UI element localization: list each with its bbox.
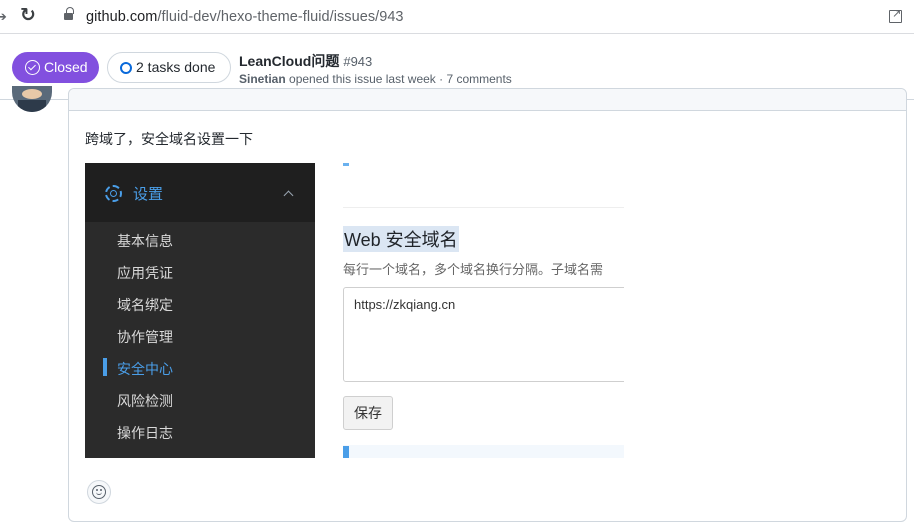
menu-item: 操作日志 [117, 425, 173, 441]
issue-title[interactable]: LeanCloud问题 #943 [239, 51, 372, 71]
reload-icon[interactable]: ↻ [20, 5, 36, 27]
comment-header [69, 89, 906, 111]
issue-state-badge: Closed [12, 52, 99, 83]
menu-item: 协作管理 [117, 329, 173, 345]
settings-sidebar: 设置 基本信息 应用凭证 域名绑定 协作管理 安全中心 风险检测 操作日志 [85, 163, 315, 458]
add-reaction-button[interactable] [87, 480, 111, 504]
web-domain-heading: Web 安全域名 [343, 226, 459, 252]
menu-item: 风险检测 [117, 393, 173, 409]
open-external-icon[interactable] [889, 7, 902, 23]
issue-meta: Sinetian opened this issue last week · 7… [239, 72, 512, 86]
chevron-up-icon [283, 190, 294, 201]
domain-value: https://zkqiang.cn [354, 297, 456, 312]
menu-item: 应用凭证 [117, 265, 173, 281]
menu-item-active: 安全中心 [117, 361, 173, 377]
menu-item: 域名绑定 [117, 297, 173, 313]
issue-state-label: Closed [44, 59, 88, 75]
issue-number: #943 [343, 54, 373, 69]
smiley-icon [92, 485, 106, 499]
divider [343, 207, 624, 208]
comment-body: 跨域了，安全域名设置一下 [85, 131, 253, 147]
avatar[interactable] [12, 86, 52, 112]
domain-textarea: https://zkqiang.cn [343, 287, 624, 382]
progress-ring-icon [120, 62, 132, 74]
next-section-strip [343, 445, 624, 458]
active-indicator [103, 358, 107, 376]
comment-box: 跨域了，安全域名设置一下 设置 基本信息 应用凭证 域名绑定 协作管理 安全中心… [68, 88, 907, 522]
section-marker [343, 446, 349, 458]
url-host: github.com [86, 9, 158, 25]
save-button: 保存 [343, 396, 393, 430]
check-circle-icon [25, 60, 40, 75]
lock-icon[interactable] [64, 7, 74, 22]
back-arrow-icon[interactable]: ➔ [0, 9, 7, 25]
tasks-label: 2 tasks done [136, 59, 216, 75]
web-domain-description: 每行一个域名，多个域名换行分隔。子域名需 [343, 262, 604, 277]
issue-author-link[interactable]: Sinetian [239, 72, 286, 86]
menu-item: 基本信息 [117, 233, 173, 249]
issue-meta-text: opened this issue last week · 7 comments [289, 72, 512, 86]
address-bar[interactable]: github.com/fluid-dev/hexo-theme-fluid/is… [86, 9, 404, 25]
embedded-screenshot[interactable]: 设置 基本信息 应用凭证 域名绑定 协作管理 安全中心 风险检测 操作日志 We… [85, 163, 624, 458]
url-path: /fluid-dev/hexo-theme-fluid/issues/943 [157, 9, 404, 25]
gear-icon [105, 185, 122, 202]
issue-title-text: LeanCloud问题 [239, 53, 340, 69]
browser-toolbar: ➔ ↻ github.com/fluid-dev/hexo-theme-flui… [0, 0, 914, 34]
settings-section-header: 设置 [85, 163, 315, 222]
tasks-progress-badge[interactable]: 2 tasks done [107, 52, 231, 83]
section-marker [343, 163, 349, 166]
settings-section-label: 设置 [133, 186, 164, 203]
security-panel: Web 安全域名 每行一个域名，多个域名换行分隔。子域名需 https://zk… [315, 163, 624, 458]
